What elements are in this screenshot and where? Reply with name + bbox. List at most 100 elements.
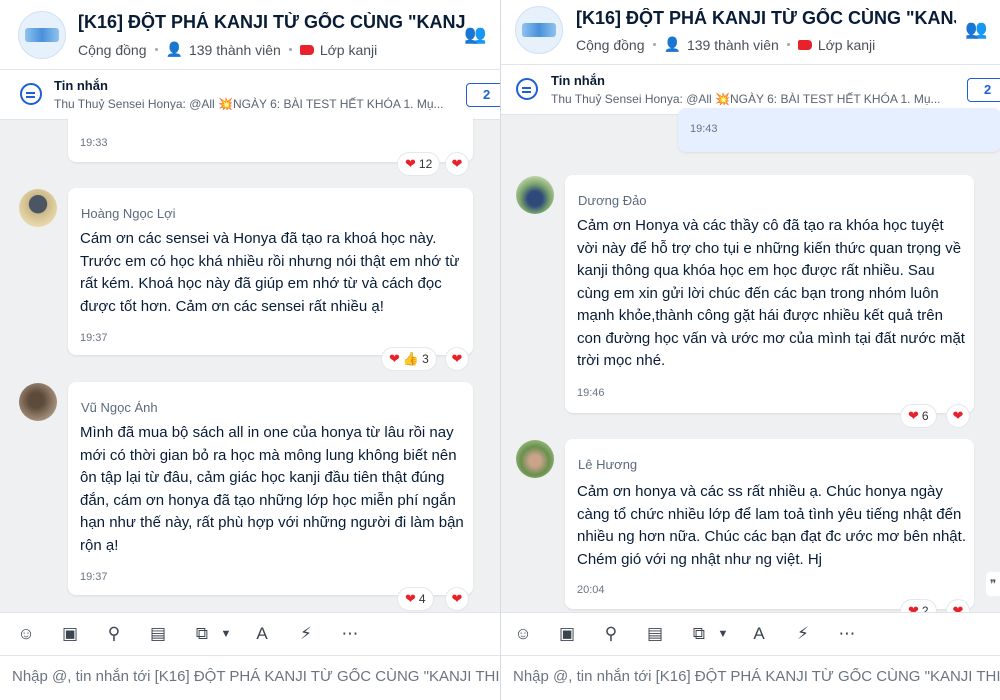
- image-icon[interactable]: ▣: [556, 623, 578, 645]
- message-bubble: Lê Hương Cảm ơn honya và các ss rất nhiề…: [565, 439, 974, 609]
- group-avatar[interactable]: [18, 11, 66, 59]
- pinned-preview: Thu Thuỷ Sensei Honya: @All 💥NGÀY 6: BÀI…: [551, 92, 941, 106]
- pinned-preview: Thu Thuỷ Sensei Honya: @All 💥NGÀY 6: BÀI…: [54, 97, 444, 111]
- avatar[interactable]: [516, 176, 554, 214]
- separator-dot: [154, 48, 158, 51]
- react-button[interactable]: ❤: [947, 405, 969, 427]
- avatar[interactable]: [19, 189, 57, 227]
- message-bubble: Hoàng Ngọc Lợi Cám ơn các sensei và Hony…: [68, 188, 473, 355]
- reaction-count: 3: [422, 352, 429, 366]
- heart-icon: ❤: [405, 591, 416, 606]
- screenshot-icon[interactable]: ⧉: [191, 623, 213, 645]
- quick-message-icon[interactable]: ⚡: [792, 623, 814, 645]
- pinned-count-button[interactable]: 2: [967, 78, 1000, 102]
- dropdown-icon[interactable]: ▼: [215, 623, 237, 645]
- label-tag-icon[interactable]: [797, 39, 812, 50]
- members-icon[interactable]: 👤: [664, 36, 681, 53]
- contact-card-icon[interactable]: ▤: [644, 623, 666, 645]
- more-icon[interactable]: ⋯: [836, 623, 858, 645]
- format-icon[interactable]: A: [251, 623, 273, 645]
- pinned-chat-icon: [516, 78, 538, 100]
- reaction-count: 4: [418, 592, 426, 606]
- member-count[interactable]: 139 thành viên: [687, 37, 779, 53]
- group-meta: Cộng đồng 👤 139 thành viên Lớp kanji: [78, 41, 377, 58]
- chat-header: [K16] ĐỘT PHÁ KANJI TỪ GỐC CÙNG "KANJ Cộ…: [0, 0, 507, 70]
- group-label[interactable]: Lớp kanji: [818, 37, 875, 53]
- group-title[interactable]: [K16] ĐỘT PHÁ KANJI TỪ GỐC CÙNG "KANJ: [576, 8, 956, 29]
- message-time: 19:33: [80, 137, 108, 149]
- label-tag-icon[interactable]: [299, 44, 314, 55]
- pinned-title: Tin nhắn: [54, 78, 108, 93]
- message-input[interactable]: [12, 668, 507, 685]
- heart-icon: ❤: [405, 156, 416, 171]
- heart-icon: ❤: [952, 408, 964, 423]
- reaction-summary[interactable]: ❤ 6: [901, 405, 936, 427]
- message-time: 19:37: [80, 332, 108, 344]
- member-count[interactable]: 139 thành viên: [189, 42, 281, 58]
- sticker-icon[interactable]: ☺: [15, 623, 37, 645]
- message-composer: [0, 655, 507, 700]
- message-text: Cảm ơn Honya và các thầy cô đã tạo ra kh…: [577, 217, 965, 369]
- pinned-title: Tin nhắn: [551, 73, 605, 88]
- chat-panel-right: [K16] ĐỘT PHÁ KANJI TỪ GỐC CÙNG "KANJ Cộ…: [500, 0, 1000, 700]
- composer-toolbar: ☺ ▣ ⚲ ▤ ⧉ ▼ A ⚡ ⋯: [501, 612, 1000, 655]
- more-icon[interactable]: ⋯: [339, 623, 361, 645]
- message-time: 20:04: [577, 584, 605, 596]
- sender-name[interactable]: Lê Hương: [578, 457, 637, 472]
- image-icon[interactable]: ▣: [59, 623, 81, 645]
- message-text: Cám ơn các sensei và Honya đã tạo ra kho…: [80, 230, 460, 315]
- avatar[interactable]: [516, 440, 554, 478]
- message-time: 19:37: [80, 571, 108, 583]
- message-time: 19:43: [690, 123, 718, 135]
- my-message-bubble: 19:43: [678, 108, 1000, 152]
- add-member-icon[interactable]: 👥: [965, 19, 987, 40]
- chat-panel-left: [K16] ĐỘT PHÁ KANJI TỪ GỐC CÙNG "KANJ Cộ…: [0, 0, 507, 700]
- message-text: Mình đã mua bộ sách all in one của honya…: [80, 424, 464, 554]
- reaction-count: 6: [921, 409, 929, 423]
- message-time: 19:46: [577, 387, 605, 399]
- message-text: Cảm ơn honya và các ss rất nhiều ạ. Chúc…: [577, 483, 966, 568]
- heart-icon: ❤: [389, 351, 400, 366]
- group-avatar[interactable]: [515, 6, 563, 54]
- heart-icon: ❤: [451, 351, 463, 366]
- screenshot-icon[interactable]: ⧉: [688, 623, 710, 645]
- separator-dot: [786, 43, 790, 46]
- chat-header: [K16] ĐỘT PHÁ KANJI TỪ GỐC CÙNG "KANJ Cộ…: [501, 0, 1000, 65]
- community-label: Cộng đồng: [78, 41, 147, 58]
- attachment-icon[interactable]: ⚲: [600, 623, 622, 645]
- message-input[interactable]: [513, 668, 1000, 685]
- reaction-summary[interactable]: ❤ 12: [398, 153, 440, 175]
- react-button[interactable]: ❤: [446, 588, 468, 610]
- group-title[interactable]: [K16] ĐỘT PHÁ KANJI TỪ GỐC CÙNG "KANJ: [78, 12, 478, 33]
- community-label: Cộng đồng: [576, 36, 645, 53]
- heart-icon: ❤: [908, 408, 919, 423]
- add-member-icon[interactable]: 👥: [464, 24, 486, 45]
- message-bubble: Vũ Ngọc Ánh Mình đã mua bộ sách all in o…: [68, 382, 473, 595]
- attachment-icon[interactable]: ⚲: [103, 623, 125, 645]
- sender-name[interactable]: Dương Đảo: [578, 193, 647, 208]
- react-button[interactable]: ❤: [446, 348, 468, 370]
- sticker-icon[interactable]: ☺: [512, 623, 534, 645]
- quote-icon[interactable]: ❞: [986, 572, 1000, 596]
- separator-dot: [652, 43, 656, 46]
- react-button[interactable]: ❤: [446, 153, 468, 175]
- thumbs-up-icon: 👍: [402, 351, 420, 366]
- pinned-chat-icon: [20, 83, 42, 105]
- format-icon[interactable]: A: [748, 623, 770, 645]
- quick-message-icon[interactable]: ⚡: [295, 623, 317, 645]
- dropdown-icon[interactable]: ▼: [712, 623, 734, 645]
- reaction-summary[interactable]: ❤ 👍 3: [382, 348, 436, 370]
- group-meta: Cộng đồng 👤 139 thành viên Lớp kanji: [576, 36, 875, 53]
- composer-toolbar: ☺ ▣ ⚲ ▤ ⧉ ▼ A ⚡ ⋯: [0, 612, 507, 655]
- heart-icon: ❤: [451, 591, 463, 606]
- message-bubble: Dương Đảo Cảm ơn Honya và các thầy cô đã…: [565, 175, 974, 413]
- members-icon[interactable]: 👤: [166, 41, 183, 58]
- heart-icon: ❤: [451, 156, 463, 171]
- sender-name[interactable]: Hoàng Ngọc Lợi: [81, 206, 176, 221]
- reaction-summary[interactable]: ❤ 4: [398, 588, 433, 610]
- sender-name[interactable]: Vũ Ngọc Ánh: [81, 400, 158, 415]
- separator-dot: [288, 48, 292, 51]
- contact-card-icon[interactable]: ▤: [147, 623, 169, 645]
- group-label[interactable]: Lớp kanji: [320, 42, 377, 58]
- avatar[interactable]: [19, 383, 57, 421]
